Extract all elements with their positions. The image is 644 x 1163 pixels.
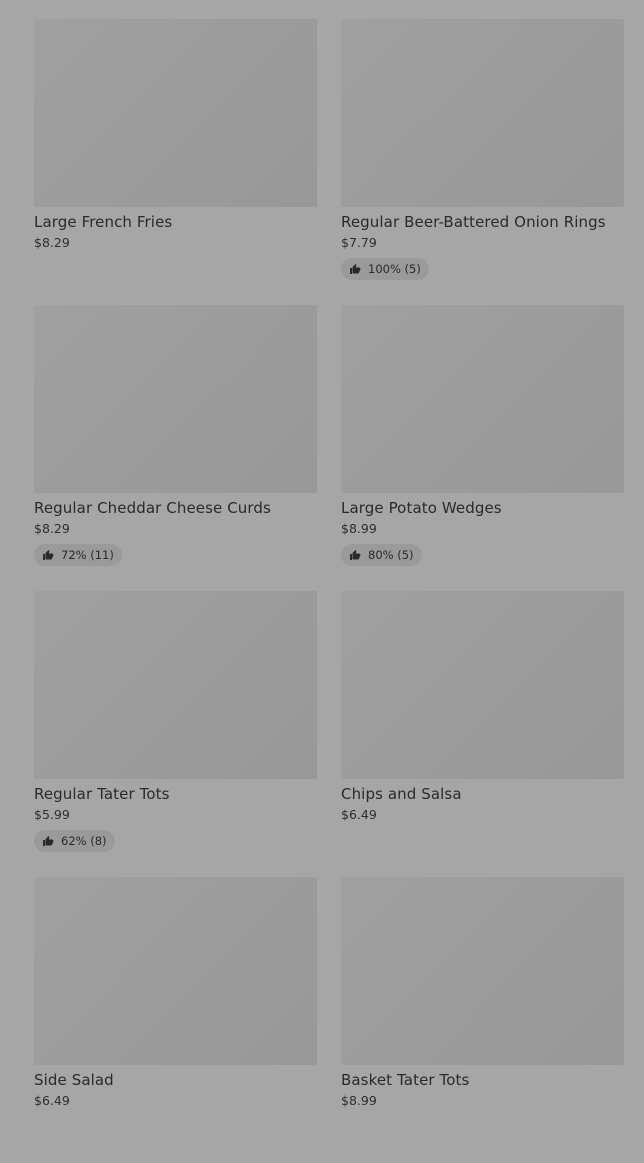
- menu-item-card[interactable]: Large French Fries $8.29: [34, 19, 317, 305]
- rating-text: 80% (5): [368, 548, 414, 562]
- rating-badge: 80% (5): [341, 544, 422, 566]
- item-image[interactable]: [34, 19, 317, 207]
- menu-item-card[interactable]: Regular Cheddar Cheese Curds $8.29 72% (…: [34, 305, 317, 591]
- item-name: Large French Fries: [34, 213, 173, 231]
- item-image[interactable]: [34, 877, 317, 1065]
- menu-item-card[interactable]: Chips and Salsa $6.49: [341, 591, 624, 877]
- item-name: Regular Tater Tots: [34, 785, 170, 803]
- thumbs-up-icon: [350, 264, 361, 274]
- item-price: $8.99: [341, 1093, 377, 1108]
- item-price: $6.49: [341, 807, 377, 822]
- item-name: Side Salad: [34, 1071, 114, 1089]
- menu-item-card[interactable]: Large Potato Wedges $8.99 80% (5): [341, 305, 624, 591]
- item-price: $7.79: [341, 235, 377, 250]
- item-price: $8.29: [34, 521, 70, 536]
- menu-item-card[interactable]: Side Salad $6.49: [34, 877, 317, 1163]
- thumbs-up-icon: [43, 836, 54, 846]
- item-image[interactable]: [34, 591, 317, 779]
- item-name: Regular Beer-Battered Onion Rings: [341, 213, 606, 231]
- item-image[interactable]: [341, 19, 624, 207]
- item-image[interactable]: [341, 591, 624, 779]
- menu-item-card[interactable]: Regular Tater Tots $5.99 62% (8): [34, 591, 317, 877]
- item-price: $8.99: [341, 521, 377, 536]
- menu-item-card[interactable]: Basket Tater Tots $8.99: [341, 877, 624, 1163]
- rating-text: 72% (11): [61, 548, 114, 562]
- item-price: $5.99: [34, 807, 70, 822]
- rating-badge: 62% (8): [34, 830, 115, 852]
- thumbs-up-icon: [350, 550, 361, 560]
- rating-text: 100% (5): [368, 262, 421, 276]
- menu-item-card[interactable]: Regular Beer-Battered Onion Rings $7.79 …: [341, 19, 624, 305]
- item-image[interactable]: [341, 877, 624, 1065]
- rating-text: 62% (8): [61, 834, 107, 848]
- rating-badge: 100% (5): [341, 258, 429, 280]
- item-name: Basket Tater Tots: [341, 1071, 470, 1089]
- item-image[interactable]: [34, 305, 317, 493]
- item-price: $8.29: [34, 235, 70, 250]
- rating-badge: 72% (11): [34, 544, 122, 566]
- item-image[interactable]: [341, 305, 624, 493]
- item-name: Regular Cheddar Cheese Curds: [34, 499, 271, 517]
- item-price: $6.49: [34, 1093, 70, 1108]
- item-name: Chips and Salsa: [341, 785, 462, 803]
- menu-item-grid: Large French Fries $8.29 Regular Beer-Ba…: [34, 19, 624, 1163]
- thumbs-up-icon: [43, 550, 54, 560]
- item-name: Large Potato Wedges: [341, 499, 502, 517]
